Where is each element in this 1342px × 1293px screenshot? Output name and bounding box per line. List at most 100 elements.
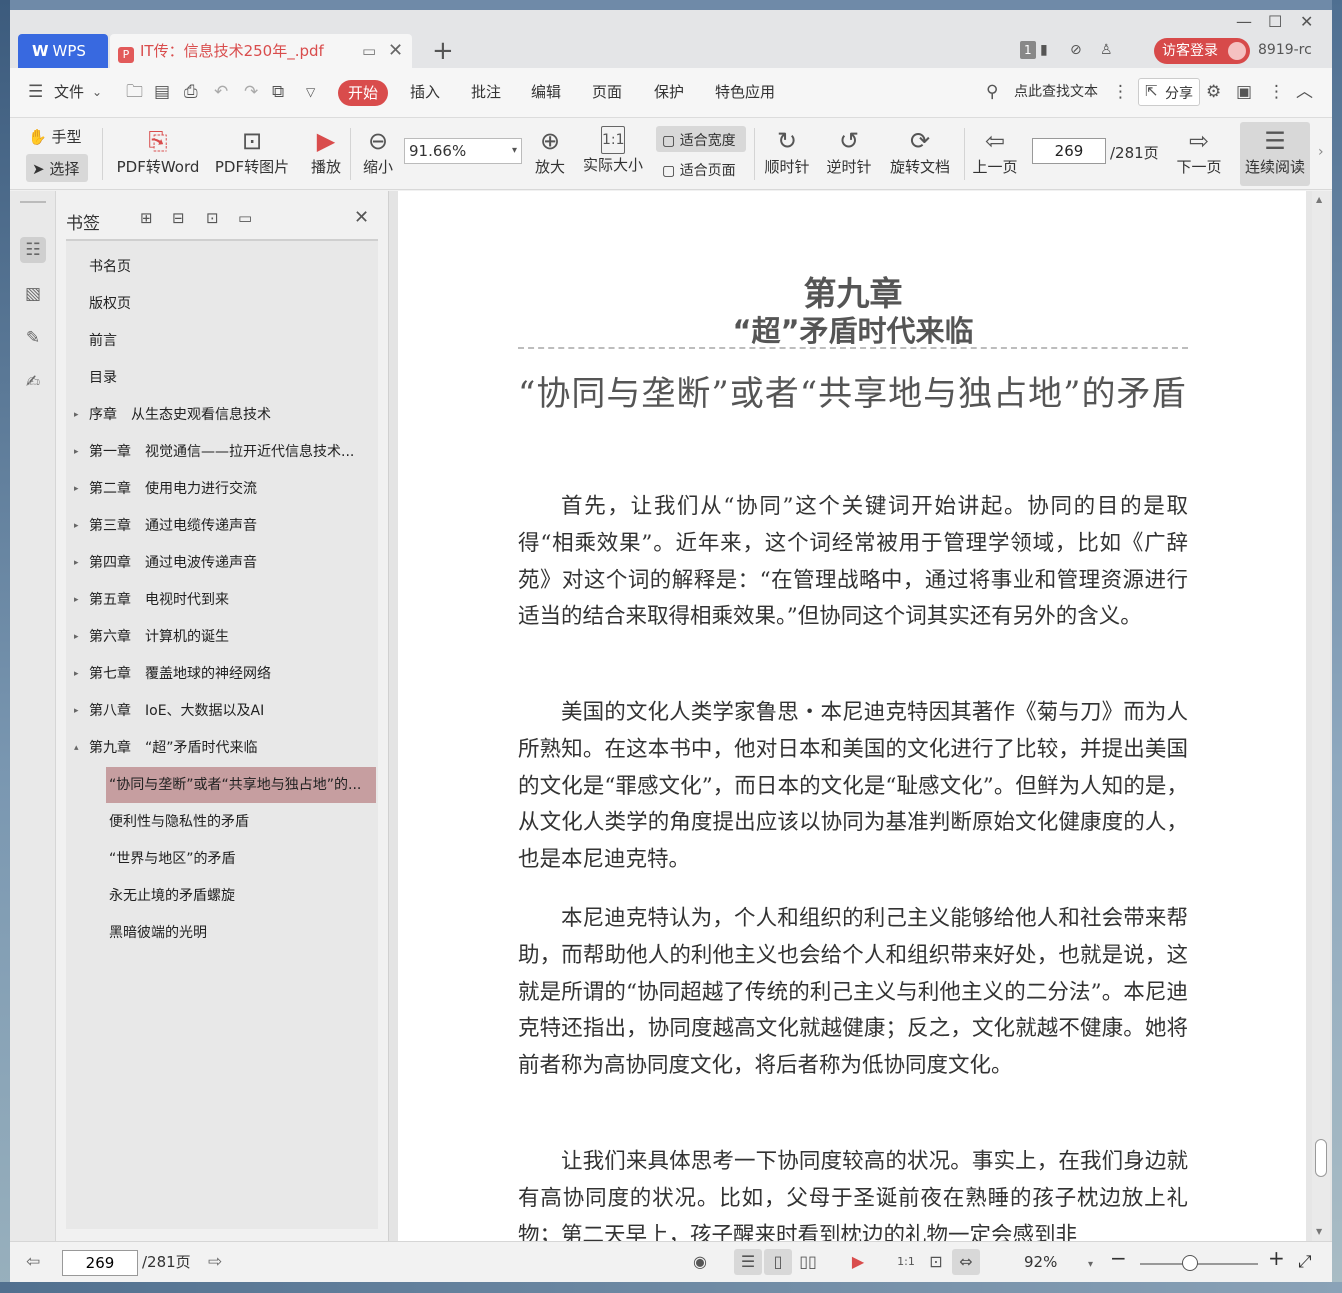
chevron-right-icon[interactable]: › <box>1318 144 1324 160</box>
bookmark-subitem[interactable]: 便利性与隐私性的矛盾 <box>109 804 375 840</box>
expand-all-icon[interactable]: ⊞ <box>140 209 153 227</box>
bookmark-item[interactable]: 版权页 <box>66 286 378 322</box>
tab-start[interactable]: 开始 <box>338 80 388 106</box>
comment-icon[interactable]: ▣ <box>1236 82 1252 102</box>
zoom-in-plus-icon[interactable]: + <box>1268 1248 1285 1268</box>
vertical-scrollbar[interactable]: ▲ ▼ <box>1312 191 1330 1241</box>
expand-caret-icon[interactable]: ▸ <box>74 434 79 470</box>
zoom-in-button[interactable]: ⊕ 放大 <box>530 118 570 190</box>
zoom-dropdown-icon[interactable]: ▾ <box>1088 1255 1093 1275</box>
bookmark-subitem[interactable]: 永无止境的矛盾螺旋 <box>109 878 375 914</box>
eye-protection-icon[interactable]: ◉ <box>686 1249 714 1275</box>
continuous-reading-button[interactable]: ☰ 连续阅读 <box>1240 122 1310 186</box>
fit-width-status-icon[interactable]: ⇔ <box>952 1249 980 1275</box>
collapse-ribbon-icon[interactable]: ︿ <box>1296 82 1313 102</box>
file-menu[interactable]: 文件 <box>54 82 84 102</box>
bookmark-subitem-selected[interactable]: “协同与垄断”或者“共享地与独占地”的... <box>106 767 376 803</box>
close-panel-icon[interactable]: ✕ <box>354 207 369 228</box>
hand-tool-button[interactable]: ✋ 手型 <box>28 126 90 152</box>
tab-edit[interactable]: 编辑 <box>531 82 561 102</box>
fit-page-status-icon[interactable]: ⊡ <box>922 1249 950 1275</box>
bookmark-item[interactable]: ▸ 第六章 计算机的诞生 <box>66 619 378 655</box>
bookmark-item[interactable]: 目录 <box>66 360 378 396</box>
document-view[interactable]: 第九章 “超”矛盾时代来临 “协同与垄断”或者“共享地与独占地”的矛盾 首先，让… <box>398 191 1332 1248</box>
close-tab-icon[interactable]: ✕ <box>388 34 403 68</box>
search-icon[interactable]: ⚲ <box>986 82 998 102</box>
bookmark-options-icon[interactable]: ▭ <box>238 209 252 227</box>
wps-home-tab[interactable]: W WPS <box>18 34 108 68</box>
next-page-arrow-icon[interactable]: ⇨ <box>208 1252 222 1272</box>
expand-caret-icon[interactable]: ▸ <box>74 619 79 655</box>
rotate-counterclockwise-button[interactable]: ↺ 逆时针 <box>822 118 876 190</box>
page-number-input[interactable]: 269 <box>1032 138 1106 164</box>
tab-special[interactable]: 特色应用 <box>715 82 775 102</box>
guest-login-button[interactable]: 访客登录 <box>1154 38 1250 64</box>
minimize-icon[interactable]: — <box>1236 12 1252 31</box>
export-icon[interactable]: ⧉ <box>272 82 284 102</box>
rotate-document-button[interactable]: ⟳ 旋转文档 <box>886 118 954 190</box>
add-bookmark-icon[interactable]: ⊡ <box>206 209 219 227</box>
bookmark-item[interactable]: ▸ 第四章 通过电波传递声音 <box>66 545 378 581</box>
thumbnail-panel-icon[interactable]: ▧ <box>20 281 46 307</box>
bookmark-item[interactable]: ▸ 第七章 覆盖地球的神经网络 <box>66 656 378 692</box>
actual-size-status-icon[interactable]: 1:1 <box>892 1249 920 1275</box>
zoom-slider-track[interactable] <box>1140 1263 1258 1265</box>
bookmark-item[interactable]: ▸ 第二章 使用电力进行交流 <box>66 471 378 507</box>
single-page-view-icon[interactable]: ▯ <box>764 1249 792 1275</box>
two-page-view-icon[interactable]: ▯▯ <box>794 1249 822 1275</box>
tab-comment[interactable]: 批注 <box>471 82 501 102</box>
expand-caret-icon[interactable]: ▸ <box>74 471 79 507</box>
pin-tab-icon[interactable]: ▭ <box>362 34 376 68</box>
save-icon[interactable]: ▤ <box>154 82 170 102</box>
bookmark-subitem[interactable]: 黑暗彼端的光明 <box>109 915 375 951</box>
zoom-out-minus-icon[interactable]: − <box>1110 1248 1127 1268</box>
bookmark-item[interactable]: ▴ 第九章 “超”矛盾时代来临 <box>66 730 378 766</box>
tab-protect[interactable]: 保护 <box>654 82 684 102</box>
tab-page[interactable]: 页面 <box>592 82 622 102</box>
fit-width-button[interactable]: ▢ 适合宽度 <box>656 126 746 152</box>
close-window-icon[interactable]: ✕ <box>1300 12 1313 31</box>
zoom-combobox[interactable]: 91.66% ▾ <box>404 138 522 164</box>
more-options-icon[interactable]: ⋮ <box>1268 82 1285 102</box>
status-page-input[interactable]: 269 <box>62 1250 138 1276</box>
bookmark-panel-icon[interactable]: ☷ <box>20 237 46 263</box>
share-button[interactable]: ⇱ 分享 <box>1138 78 1200 106</box>
new-tab-button[interactable]: + <box>432 36 454 66</box>
previous-page-button[interactable]: ⇦ 上一页 <box>970 118 1020 190</box>
bookmark-item[interactable]: ▸ 第五章 电视时代到来 <box>66 582 378 618</box>
bookmark-item[interactable]: ▸ 序章 从生态史观看信息技术 <box>66 397 378 433</box>
search-text-button[interactable]: 点此查找文本 <box>1014 82 1098 102</box>
zoom-percentage[interactable]: 92% <box>1024 1252 1057 1272</box>
play-slideshow-icon[interactable]: ▶ <box>844 1249 872 1275</box>
fullscreen-icon[interactable]: ⤢ <box>1298 1252 1312 1272</box>
window-count-badge[interactable]: 1 <box>1020 41 1036 59</box>
continuous-view-icon[interactable]: ☰ <box>734 1249 762 1275</box>
expand-caret-icon[interactable]: ▴ <box>74 730 79 766</box>
scroll-down-icon[interactable]: ▼ <box>1316 1227 1322 1236</box>
scrollbar-thumb[interactable] <box>1315 1139 1327 1177</box>
bookmark-subitem[interactable]: “世界与地区”的矛盾 <box>109 841 375 877</box>
pdf-to-word-button[interactable]: ⎘ PDF转Word <box>112 118 204 190</box>
more-vertical-icon[interactable]: ⋮ <box>1112 82 1129 102</box>
play-button[interactable]: ▶ 播放 <box>306 118 346 190</box>
zoom-out-button[interactable]: ⊖ 缩小 <box>358 118 398 190</box>
skin-icon[interactable]: ♙ <box>1100 38 1113 62</box>
tab-insert[interactable]: 插入 <box>410 82 440 102</box>
print-icon[interactable]: ⎙ <box>184 82 198 102</box>
maximize-icon[interactable]: ☐ <box>1268 12 1282 31</box>
collapse-all-icon[interactable]: ⊟ <box>172 209 185 227</box>
expand-caret-icon[interactable]: ▸ <box>74 545 79 581</box>
bookmark-item[interactable]: ▸ 第八章 IoE、大数据以及AI <box>66 693 378 729</box>
bookmark-item[interactable]: 书名页 <box>66 249 378 285</box>
expand-caret-icon[interactable]: ▸ <box>74 693 79 729</box>
zoom-slider-knob[interactable] <box>1182 1255 1198 1271</box>
rotate-clockwise-button[interactable]: ↻ 顺时针 <box>760 118 814 190</box>
redo-icon[interactable]: ↷ <box>244 82 258 102</box>
undo-icon[interactable]: ↶ <box>214 82 228 102</box>
expand-caret-icon[interactable]: ▸ <box>74 582 79 618</box>
expand-caret-icon[interactable]: ▸ <box>74 508 79 544</box>
next-page-button[interactable]: ⇨ 下一页 <box>1174 118 1224 190</box>
hamburger-menu-icon[interactable]: ☰ <box>28 82 43 102</box>
bookmark-item[interactable]: 前言 <box>66 323 378 359</box>
expand-caret-icon[interactable]: ▸ <box>74 397 79 433</box>
